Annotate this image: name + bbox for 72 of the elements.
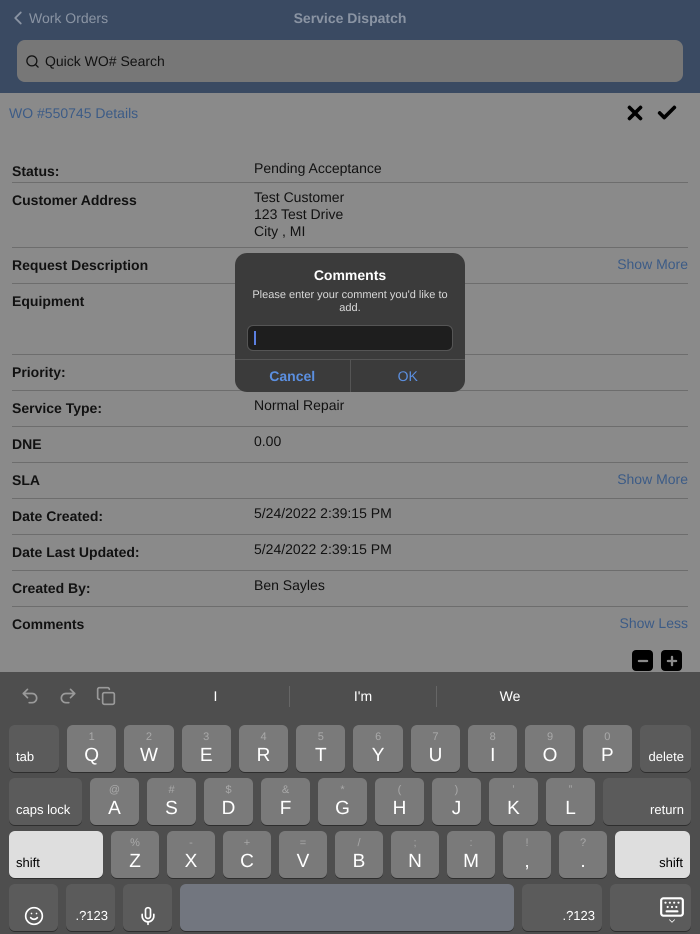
screen-title: Service Dispatch (294, 8, 406, 28)
field-label: Request Description (12, 257, 148, 273)
text-cursor (254, 331, 256, 345)
paste-icon[interactable] (96, 686, 116, 706)
letter-key[interactable]: % Z (111, 831, 159, 878)
ok-button[interactable]: OK (350, 360, 465, 392)
undo-icon[interactable] (20, 686, 40, 706)
letter-key[interactable]: & F (261, 778, 310, 825)
cancel-button[interactable]: Cancel (235, 360, 350, 392)
keyboard-key[interactable]: delete (640, 725, 691, 772)
plus-icon (664, 654, 678, 668)
letter-key[interactable]: ; N (391, 831, 439, 878)
minus-button[interactable] (632, 650, 653, 671)
field-value: 5/24/2022 2:39:15 PM (254, 541, 393, 558)
dialog-title: Comments (312, 266, 388, 285)
letter-key[interactable]: $ D (204, 778, 253, 825)
keyboard-key[interactable]: return (603, 778, 691, 825)
keyboard-key[interactable]: caps lock (9, 778, 82, 825)
hide-keyboard-key[interactable] (610, 884, 691, 931)
microphone-key[interactable] (123, 884, 172, 931)
field-value: Test Customer (254, 189, 346, 206)
field-value: Normal Repair (254, 397, 346, 414)
field-value: City , MI (254, 223, 306, 240)
keyboard-key[interactable]: shift (615, 831, 690, 878)
search-icon (25, 54, 40, 68)
keyboard-key[interactable]: shift (9, 831, 103, 878)
search-field[interactable]: Quick WO# Search (17, 40, 683, 82)
field-label: Priority: (12, 364, 66, 380)
field-label: Customer Address (12, 192, 137, 208)
back-link[interactable]: Work Orders (7, 7, 108, 29)
field-label: Equipment (12, 293, 84, 309)
letter-key[interactable]: - X (167, 831, 215, 878)
emoji-key[interactable] (9, 884, 58, 931)
dialog-message: Please enter your comment you'd like to add. (251, 289, 449, 315)
field-label: DNE (12, 436, 42, 452)
letter-key[interactable]: ( H (375, 778, 424, 825)
redo-icon[interactable] (58, 686, 78, 706)
letter-key[interactable]: / B (335, 831, 383, 878)
keyboard-key[interactable]: tab (9, 725, 59, 772)
letter-key[interactable]: @ A (90, 778, 139, 825)
letter-key[interactable]: ? . (559, 831, 607, 878)
comment-input[interactable] (247, 325, 453, 351)
field-label: Status: (12, 163, 60, 179)
keyboard-key[interactable]: .?123 (522, 884, 602, 931)
letter-key[interactable]: + C (223, 831, 271, 878)
field-label: Date Last Updated: (12, 544, 140, 560)
letter-key[interactable]: : M (447, 831, 495, 878)
letter-key[interactable]: ” L (546, 778, 595, 825)
field-label: Date Created: (12, 508, 104, 524)
suggestion-item[interactable]: We (496, 686, 524, 706)
suggestion-item[interactable]: I (210, 686, 222, 706)
letter-key[interactable]: * G (318, 778, 367, 825)
field-value: 5/24/2022 2:39:15 PM (254, 505, 393, 522)
field-value: Pending Acceptance (254, 160, 383, 177)
field-label: Comments (12, 616, 84, 632)
field-value: 0.00 (254, 433, 282, 450)
letter-key[interactable]: ’ K (489, 778, 538, 825)
field-value: Ben Sayles (254, 577, 326, 594)
field-label: SLA (12, 472, 40, 488)
field-label: Created By: (12, 580, 91, 596)
search-placeholder: Quick WO# Search (45, 52, 165, 71)
letter-key[interactable]: ) J (432, 778, 481, 825)
letter-key[interactable]: = V (279, 831, 327, 878)
letter-key[interactable]: # S (147, 778, 196, 825)
keyboard-key[interactable]: .?123 (66, 884, 115, 931)
field-label: Service Type: (12, 400, 102, 416)
letter-key[interactable]: ! , (503, 831, 551, 878)
field-value: 123 Test Drive (254, 206, 344, 223)
plus-button[interactable] (661, 650, 682, 671)
smiley-icon (24, 906, 44, 926)
details-title: WO #550745 Details (9, 104, 138, 122)
suggestion-item[interactable]: I'm (350, 686, 376, 706)
